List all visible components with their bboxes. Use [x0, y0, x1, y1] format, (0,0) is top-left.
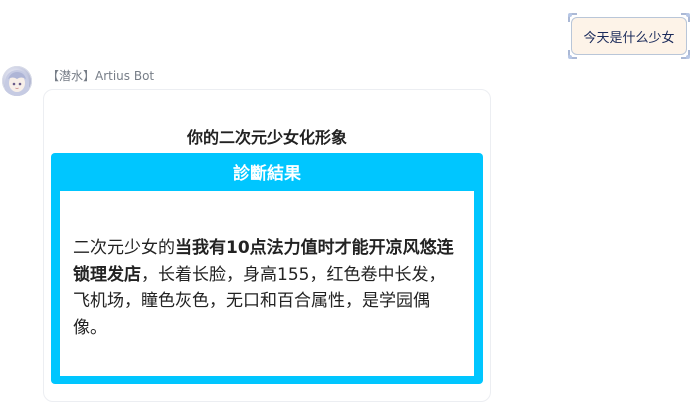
- avatar-anime-girl-icon: [5, 70, 29, 96]
- bubble-corner-ornament-icon: [568, 50, 577, 59]
- bubble-corner-ornament-icon: [568, 13, 577, 22]
- result-body: 二次元少女的当我有10点法力值时才能开凉风悠连锁理发店，长着长脸，身高155，红…: [60, 191, 474, 376]
- bubble-corner-ornament-icon: [681, 50, 690, 59]
- bot-sender-name: 【潜水】Artius Bot: [47, 69, 155, 83]
- result-header: 診斷結果: [233, 164, 301, 184]
- result-frame: 診斷結果 二次元少女的当我有10点法力值时才能开凉风悠连锁理发店，长着长脸，身高…: [51, 153, 483, 384]
- user-message-text: 今天是什么少女: [583, 30, 675, 46]
- user-message-bubble: 今天是什么少女: [568, 13, 690, 59]
- bot-avatar[interactable]: [2, 66, 32, 96]
- card-title: 你的二次元少女化形象: [186, 128, 347, 147]
- result-prefix: 二次元少女的: [73, 238, 175, 258]
- bubble-corner-ornament-icon: [681, 13, 690, 22]
